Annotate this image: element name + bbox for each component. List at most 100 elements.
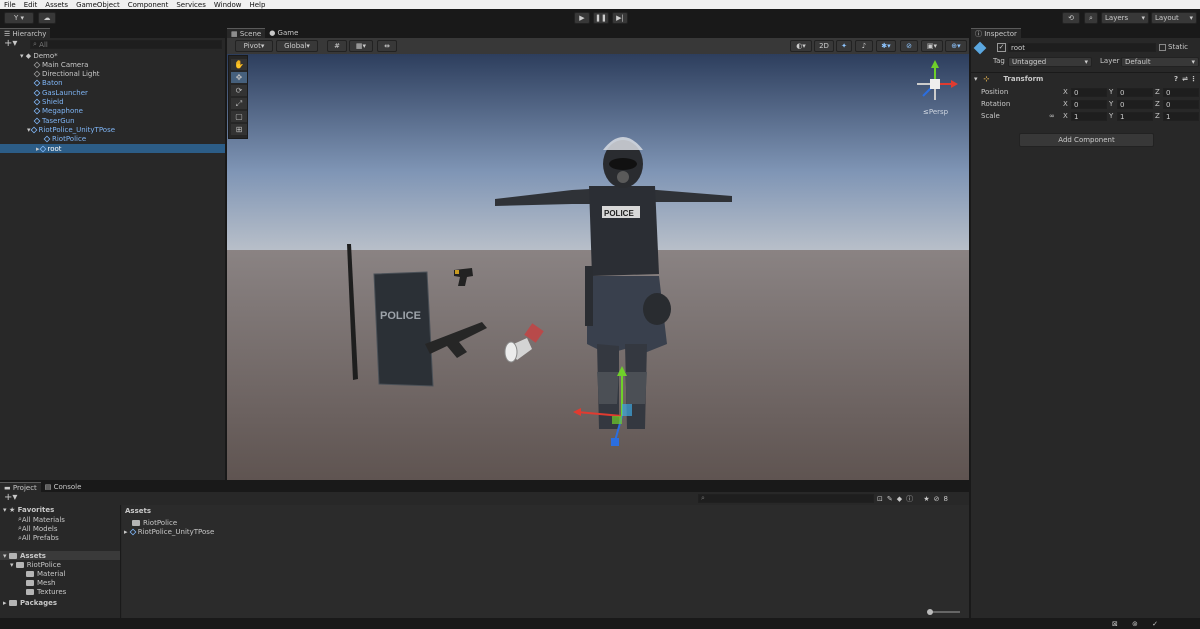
tab-console[interactable]: ▤ Console: [41, 482, 86, 492]
tab-hierarchy[interactable]: ☰ Hierarchy: [0, 28, 51, 38]
axis-z-label[interactable]: Z: [1155, 88, 1160, 96]
scale-tool-icon[interactable]: ⤢: [231, 98, 247, 109]
draw-mode-icon[interactable]: ◐▾: [790, 40, 812, 52]
hierarchy-item[interactable]: Directional Light: [0, 69, 225, 78]
global-dropdown[interactable]: Global ▾: [276, 40, 318, 52]
assets-folder[interactable]: ▾ Assets: [0, 551, 120, 560]
packages-folder[interactable]: ▸ Packages: [0, 598, 120, 607]
layout-dropdown[interactable]: Layout ▾: [1151, 12, 1197, 24]
object-name-input[interactable]: root: [1008, 43, 1156, 52]
history-icon[interactable]: ⟲: [1062, 12, 1080, 24]
hierarchy-search-input[interactable]: ⌕ All: [30, 40, 222, 49]
hierarchy-item[interactable]: GasLauncher: [0, 88, 225, 97]
transform-z-field[interactable]: 0: [1163, 88, 1199, 97]
file-riotpolice-tpose[interactable]: ▸ RiotPolice_UnityTPose: [122, 527, 969, 536]
transform-y-field[interactable]: 0: [1117, 100, 1153, 109]
hierarchy-item[interactable]: ▾ RiotPolice_UnityTPose: [0, 125, 225, 134]
hierarchy-item[interactable]: Shield: [0, 97, 225, 106]
help-icon[interactable]: ?: [1174, 75, 1178, 83]
favorite-item[interactable]: ⌕ All Materials: [0, 515, 120, 524]
move-tool-icon[interactable]: ✥: [231, 72, 247, 83]
pause-icon[interactable]: ❚❚: [593, 12, 609, 24]
audio-icon[interactable]: ♪: [855, 40, 873, 52]
add-asset-icon[interactable]: +▾: [4, 493, 17, 503]
transform-z-field[interactable]: 1: [1163, 112, 1199, 121]
scene-viewport[interactable]: POLICE POLICE ≤Persp ✋ ✥ ⟳ ⤢ ▢ ⊞: [227, 54, 969, 480]
favorite-item[interactable]: ⌕ All Prefabs: [0, 534, 120, 543]
transform-header[interactable]: ▾ ⊹ Transform ? ⇌ ⋮: [971, 72, 1200, 84]
status-icons[interactable]: ⊠ ⊚ ✓: [1112, 620, 1164, 628]
presets-icon[interactable]: ⇌: [1182, 75, 1188, 83]
constrain-proportions-icon[interactable]: ∞: [1049, 112, 1055, 120]
favorites-header[interactable]: ▾ ★ Favorites: [0, 505, 120, 514]
axis-x-label[interactable]: X: [1063, 100, 1068, 108]
tree-textures[interactable]: Textures: [0, 587, 120, 596]
transform-tool-icon[interactable]: ⊞: [231, 124, 247, 135]
hierarchy-item[interactable]: RiotPolice: [0, 135, 225, 144]
gizmos-icon[interactable]: ⊕▾: [945, 40, 967, 52]
cloud-icon[interactable]: ☁: [38, 12, 56, 24]
toggle-2d-button[interactable]: 2D: [814, 40, 834, 52]
axis-x-label[interactable]: X: [1063, 112, 1068, 120]
transform-z-field[interactable]: 0: [1163, 100, 1199, 109]
tree-mesh[interactable]: Mesh: [0, 578, 120, 587]
axis-z-label[interactable]: Z: [1155, 100, 1160, 108]
layer-dropdown[interactable]: Default ▾: [1121, 57, 1199, 67]
rect-tool-icon[interactable]: ▢: [231, 111, 247, 122]
snap-increment-icon[interactable]: ⇹: [377, 40, 397, 52]
add-icon[interactable]: +▾: [4, 39, 18, 49]
kebab-icon[interactable]: ⋮: [1190, 75, 1197, 83]
layers-dropdown[interactable]: Layers ▾: [1101, 12, 1149, 24]
rotate-tool-icon[interactable]: ⟳: [231, 85, 247, 96]
pivot-dropdown[interactable]: Pivot ▾: [235, 40, 273, 52]
axis-y-label[interactable]: Y: [1109, 88, 1113, 96]
lighting-icon[interactable]: ✦: [836, 40, 852, 52]
menu-services[interactable]: Services: [172, 1, 210, 9]
tab-project[interactable]: ▬ Project: [0, 482, 41, 492]
hierarchy-item-root[interactable]: ▸ root: [0, 144, 225, 154]
effects-icon[interactable]: ✱▾: [876, 40, 896, 52]
grid-icon[interactable]: ▦▾: [349, 40, 373, 52]
transform-row-label[interactable]: Rotation: [981, 100, 1010, 108]
hand-tool-icon[interactable]: ✋: [231, 59, 247, 70]
transform-y-field[interactable]: 0: [1117, 88, 1153, 97]
menu-help[interactable]: Help: [245, 1, 269, 9]
axis-z-label[interactable]: Z: [1155, 112, 1160, 120]
tree-riotpolice[interactable]: ▾ RiotPolice: [0, 560, 120, 569]
breadcrumb[interactable]: Assets: [122, 506, 969, 515]
play-icon[interactable]: ▶: [574, 12, 590, 24]
active-checkbox[interactable]: ✓: [997, 43, 1006, 52]
tab-inspector[interactable]: ⓘ Inspector: [971, 28, 1021, 38]
account-button[interactable]: Y ▾: [4, 12, 34, 24]
menu-edit[interactable]: Edit: [20, 1, 42, 9]
tag-dropdown[interactable]: Untagged ▾: [1008, 57, 1092, 67]
tree-material[interactable]: Material: [0, 569, 120, 578]
transform-x-field[interactable]: 0: [1071, 88, 1107, 97]
axis-x-label[interactable]: X: [1063, 88, 1068, 96]
project-search-input[interactable]: ⌕: [698, 494, 874, 503]
hierarchy-item[interactable]: TaserGun: [0, 116, 225, 125]
hierarchy-item[interactable]: Baton: [0, 79, 225, 88]
menu-window[interactable]: Window: [210, 1, 246, 9]
add-component-button[interactable]: Add Component: [1019, 133, 1154, 147]
menu-assets[interactable]: Assets: [41, 1, 72, 9]
tab-game[interactable]: ● Game: [265, 28, 302, 38]
transform-x-field[interactable]: 1: [1071, 112, 1107, 121]
axis-y-label[interactable]: Y: [1109, 100, 1113, 108]
project-toolbar-icons[interactable]: ⊡✎◆ⓘ ★⊘8: [877, 494, 952, 504]
menu-component[interactable]: Component: [124, 1, 173, 9]
menu-gameobject[interactable]: GameObject: [72, 1, 124, 9]
zoom-slider-handle[interactable]: [927, 609, 933, 615]
transform-x-field[interactable]: 0: [1071, 100, 1107, 109]
transform-row-label[interactable]: Position: [981, 88, 1008, 96]
menu-file[interactable]: File: [0, 1, 20, 9]
file-riotpolice[interactable]: RiotPolice: [122, 518, 969, 527]
hierarchy-item[interactable]: Main Camera: [0, 60, 225, 69]
hierarchy-item[interactable]: Megaphone: [0, 107, 225, 116]
favorite-item[interactable]: ⌕ All Models: [0, 524, 120, 533]
axis-y-label[interactable]: Y: [1109, 112, 1113, 120]
hidden-objects-icon[interactable]: ⊘: [900, 40, 918, 52]
static-checkbox[interactable]: [1159, 44, 1166, 51]
scene-root-row[interactable]: ▾ ◆ Demo*: [0, 51, 225, 60]
search-icon[interactable]: ⌕: [1084, 12, 1098, 24]
